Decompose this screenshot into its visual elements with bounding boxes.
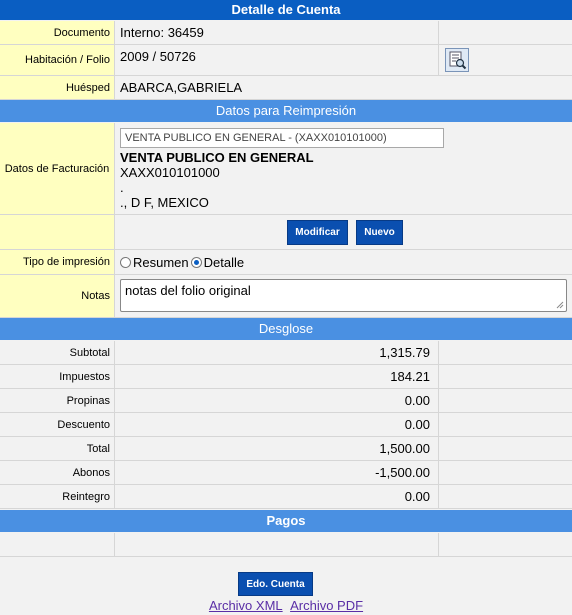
tipo-impresion-label: Tipo de impresión	[0, 250, 115, 274]
desglose-extra-cell	[438, 341, 572, 364]
desglose-label: Abonos	[0, 461, 115, 484]
detalle-radio[interactable]	[190, 256, 202, 268]
desglose-value: -1,500.00	[375, 465, 430, 480]
huesped-value: ABARCA,GABRIELA	[120, 80, 243, 95]
detalle-cuenta-panel: Detalle de Cuenta Documento Interno: 364…	[0, 0, 572, 614]
facturacion-buttons-row	[0, 215, 572, 250]
page-title: Detalle de Cuenta	[0, 0, 572, 20]
desglose-extra-cell	[438, 365, 572, 388]
desglose-value: 1,315.79	[379, 345, 430, 360]
desglose-label: Total	[0, 437, 115, 460]
footer-links: Archivo XML Archivo PDF	[0, 597, 572, 615]
desglose-row: Impuestos 184.21	[0, 365, 572, 389]
desglose-value: 0.00	[404, 489, 430, 504]
pagos-empty-label	[0, 533, 115, 556]
resize-grip-icon[interactable]	[556, 301, 564, 309]
buttons-row-label	[0, 215, 115, 249]
documento-row: Documento Interno: 36459	[0, 21, 572, 45]
resumen-radio[interactable]	[120, 256, 131, 268]
habitacion-value: 2009 / 50726	[120, 49, 196, 64]
notas-textarea[interactable]: notas del folio original	[120, 279, 567, 312]
desglose-row: Abonos -1,500.00	[0, 461, 572, 485]
habitacion-label: Habitación / Folio	[0, 45, 115, 75]
notas-label: Notas	[0, 275, 115, 317]
detalle-label: Detalle	[203, 254, 245, 270]
facturacion-select[interactable]: VENTA PUBLICO EN GENERAL - (XAXX01010100…	[120, 128, 444, 148]
reimpresion-section-header: Datos para Reimpresión	[0, 100, 572, 122]
desglose-extra-cell	[438, 437, 572, 460]
desglose-value: 0.00	[404, 417, 430, 432]
desglose-extra-cell	[438, 461, 572, 484]
desglose-label: Propinas	[0, 389, 115, 412]
modificar-button[interactable]: Modificar	[287, 220, 348, 245]
desglose-label: Descuento	[0, 413, 115, 436]
notas-text: notas del folio original	[125, 283, 251, 298]
pagos-extra-cell	[438, 533, 572, 556]
facturacion-details: VENTA PUBLICO EN GENERAL XAXX010101000 .…	[120, 150, 314, 210]
tipo-impresion-options: Resumen Detalle	[118, 250, 244, 274]
facturacion-linea3: .	[120, 180, 124, 195]
desglose-value: 184.21	[390, 369, 430, 384]
habitacion-row: Habitación / Folio 2009 / 50726	[0, 45, 572, 76]
archivo-xml-link[interactable]: Archivo XML	[209, 598, 283, 613]
desglose-row: Descuento 0.00	[0, 413, 572, 437]
desglose-row: Subtotal 1,315.79	[0, 341, 572, 365]
facturacion-nombre: VENTA PUBLICO EN GENERAL	[120, 150, 314, 165]
documento-extra-cell	[438, 21, 572, 44]
documento-value: Interno: 36459	[120, 25, 204, 40]
facturacion-rfc: XAXX010101000	[120, 165, 220, 180]
desglose-value: 0.00	[404, 393, 430, 408]
desglose-label: Subtotal	[0, 341, 115, 364]
tipo-impresion-row: Tipo de impresión Resumen Detalle	[0, 250, 572, 275]
desglose-section-header: Desglose	[0, 318, 572, 340]
pagos-empty-row	[0, 533, 572, 557]
documento-label: Documento	[0, 21, 115, 44]
facturacion-label: Datos de Facturación	[0, 123, 115, 214]
pagos-section-header: Pagos	[0, 510, 572, 532]
desglose-row: Propinas 0.00	[0, 389, 572, 413]
desglose-label: Impuestos	[0, 365, 115, 388]
desglose-value: 1,500.00	[379, 441, 430, 456]
huesped-label: Huésped	[0, 76, 115, 99]
resumen-label: Resumen	[133, 254, 189, 270]
facturacion-linea4: ., D F, MEXICO	[120, 195, 209, 210]
archivo-pdf-link[interactable]: Archivo PDF	[290, 598, 363, 613]
desglose-extra-cell	[438, 413, 572, 436]
desglose-extra-cell	[438, 389, 572, 412]
habitacion-icon-cell	[438, 45, 572, 75]
huesped-row: Huésped ABARCA,GABRIELA	[0, 76, 572, 100]
desglose-row: Reintegro 0.00	[0, 485, 572, 509]
search-document-icon[interactable]	[445, 48, 469, 72]
desglose-row: Total 1,500.00	[0, 437, 572, 461]
nuevo-button[interactable]: Nuevo	[356, 220, 403, 245]
edo-cuenta-button[interactable]: Edo. Cuenta	[238, 572, 313, 596]
desglose-label: Reintegro	[0, 485, 115, 508]
desglose-extra-cell	[438, 485, 572, 508]
